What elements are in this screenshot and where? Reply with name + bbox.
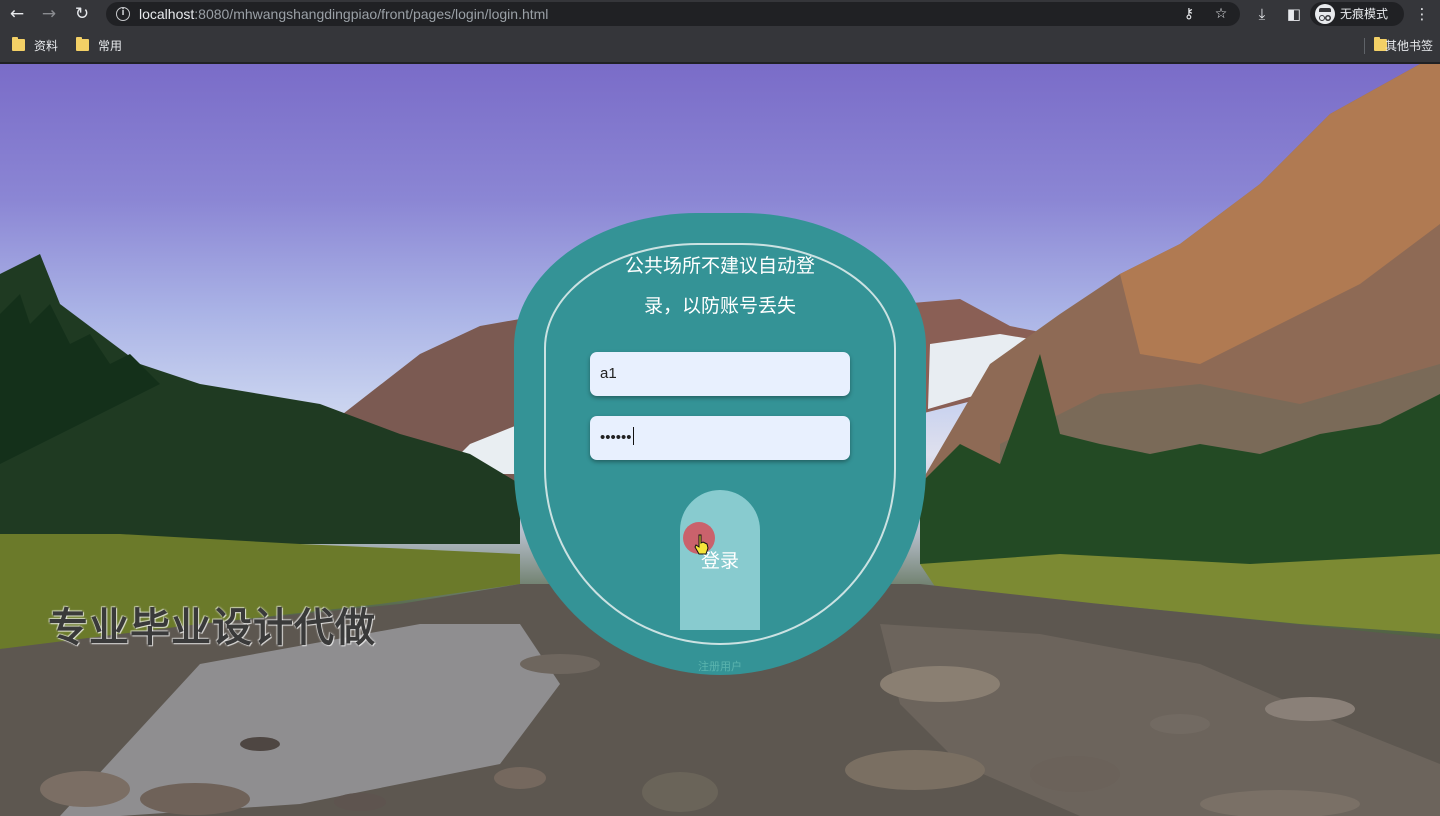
url-path: :8080/mhwangshangdingpiao/front/pages/lo… xyxy=(194,6,549,22)
text-caret xyxy=(632,427,634,445)
incognito-indicator[interactable]: 无痕模式 xyxy=(1310,2,1404,26)
url-text[interactable]: localhost:8080/mhwangshangdingpiao/front… xyxy=(139,5,548,23)
incognito-label: 无痕模式 xyxy=(1340,7,1389,21)
password-input[interactable]: •••••• xyxy=(590,416,850,460)
password-value: •••••• xyxy=(600,429,632,446)
url-host: localhost xyxy=(139,6,195,22)
incognito-icon xyxy=(1315,4,1335,24)
bookmark-folder-changyong[interactable]: 常用 xyxy=(98,37,122,55)
notice-line-1: 公共场所不建议自动登 xyxy=(624,255,815,277)
register-link[interactable]: 注册用户 xyxy=(690,660,750,674)
site-info-icon[interactable]: i xyxy=(116,7,130,21)
menu-kebab-icon[interactable]: ⋮ xyxy=(1411,3,1433,25)
back-arrow-icon[interactable]: ← xyxy=(6,3,28,25)
folder-icon xyxy=(12,37,25,51)
bookmarks-bar: 资料 常用 其他书签 xyxy=(0,28,1440,63)
security-notice: 公共场所不建议自动登 录，以防账号丢失 xyxy=(586,246,854,326)
side-panel-icon[interactable]: ◧ xyxy=(1283,3,1305,25)
hand-pointer-icon xyxy=(694,534,709,555)
notice-line-2: 录，以防账号丢失 xyxy=(643,295,796,317)
address-bar[interactable]: i localhost:8080/mhwangshangdingpiao/fro… xyxy=(106,2,1240,26)
key-icon[interactable]: ⚷ xyxy=(1180,5,1198,23)
browser-toolbar: ← → ↻ i localhost:8080/mhwangshangdingpi… xyxy=(0,0,1440,28)
bookmark-folder-ziliao[interactable]: 资料 xyxy=(34,37,58,55)
watermark-text: 专业毕业设计代做 xyxy=(48,605,376,651)
username-input[interactable]: a1 xyxy=(590,352,850,396)
bookmarks-divider xyxy=(1364,38,1365,54)
bookmark-star-icon[interactable]: ☆ xyxy=(1212,5,1230,23)
folder-icon xyxy=(76,37,89,51)
login-button-label[interactable]: 登录 xyxy=(680,548,760,574)
reload-icon[interactable]: ↻ xyxy=(71,3,93,25)
download-icon[interactable]: ⤓ xyxy=(1251,3,1273,25)
other-bookmarks[interactable]: 其他书签 xyxy=(1385,37,1433,55)
forward-arrow-icon[interactable]: → xyxy=(38,3,60,25)
